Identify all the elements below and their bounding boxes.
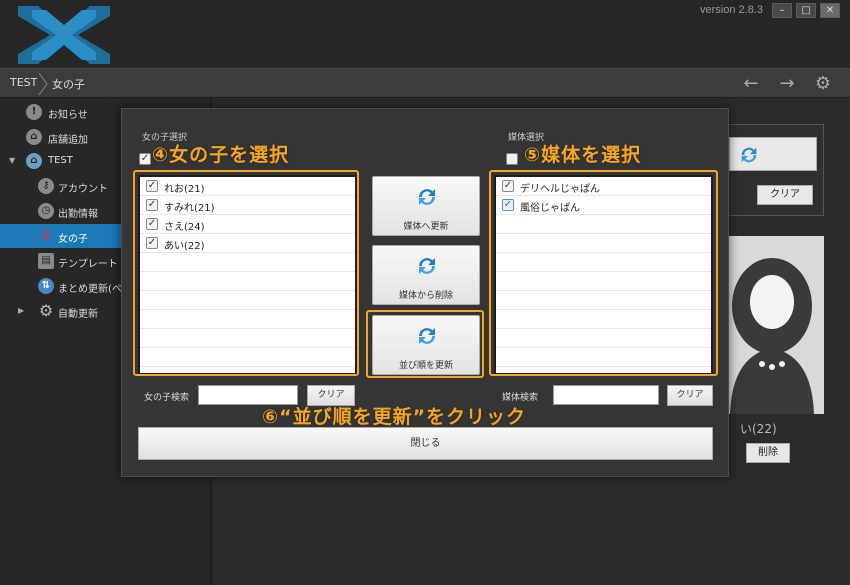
sidebar-item-label: 出勤情報	[58, 209, 98, 220]
delete-from-media-button[interactable]: 媒体から削除	[372, 245, 480, 305]
gear-icon: ⚙	[38, 301, 54, 320]
girl-avatar-card	[720, 236, 824, 414]
background-delete-button[interactable]: 削除	[746, 443, 790, 463]
media-list-highlight	[489, 170, 718, 376]
select-all-media-checkbox[interactable]	[506, 153, 518, 165]
background-clear-button[interactable]: クリア	[757, 185, 813, 205]
background-girl-name: い(22)	[740, 422, 777, 436]
button-label: 媒体から削除	[398, 291, 453, 301]
update-order-highlight	[366, 310, 484, 378]
version-label: version 2.8.3	[700, 4, 763, 16]
title-bar: version 2.8.3 – □ ✕	[0, 0, 850, 68]
exclamation-icon: !	[26, 104, 42, 120]
close-dialog-button[interactable]: 閉じる	[138, 427, 713, 460]
female-icon: ♀	[40, 228, 52, 244]
expand-triangle-icon[interactable]: ▼	[9, 156, 15, 165]
sidebar-item-label: アカウント	[58, 184, 108, 195]
sidebar-item-label: テンプレート	[58, 259, 118, 270]
key-icon: ⚷	[38, 178, 54, 194]
minimize-button[interactable]: –	[772, 3, 792, 18]
step4-annotation: ④女の子を選択	[152, 144, 290, 166]
back-arrow-icon[interactable]: ←	[740, 73, 762, 95]
girl-search-label: 女の子検索	[144, 393, 190, 403]
collapsed-triangle-icon[interactable]: ▶	[18, 306, 24, 315]
update-to-media-button[interactable]: 媒体へ更新	[372, 176, 480, 236]
breadcrumb-current[interactable]: 女の子	[52, 76, 85, 92]
app-logo	[18, 6, 110, 64]
background-media-panel: クリア	[720, 124, 824, 216]
clock-icon: ◷	[38, 203, 54, 219]
girls-list-highlight	[133, 170, 359, 376]
breadcrumb: TEST 女の子 ← → ⚙	[0, 68, 850, 98]
sidebar-item-label: 女の子	[58, 234, 88, 245]
sidebar-item-label: お知らせ	[48, 110, 88, 121]
female-silhouette-icon	[720, 236, 824, 414]
sidebar-item-label: 店舗追加	[48, 135, 88, 146]
refresh-icon	[419, 189, 435, 205]
home-icon: ⌂	[26, 153, 42, 169]
media-search-input[interactable]	[553, 385, 659, 405]
step5-annotation: ⑤媒体を選択	[524, 144, 642, 166]
sidebar-item-label: 自動更新	[58, 309, 98, 320]
step6-annotation: ⑥“並び順を更新”をクリック	[262, 406, 527, 428]
sidebar-item-label: TEST	[48, 155, 73, 166]
home-icon: ⌂	[26, 129, 42, 145]
refresh-icon	[419, 258, 435, 274]
chevron-right-icon	[38, 72, 48, 96]
close-window-button[interactable]: ✕	[820, 3, 840, 18]
up-down-arrows-icon: ⇅	[38, 278, 54, 294]
settings-gear-icon[interactable]: ⚙	[812, 73, 834, 95]
button-label: 媒体へ更新	[403, 222, 449, 232]
breadcrumb-root[interactable]: TEST	[10, 76, 37, 89]
refresh-icon	[741, 147, 757, 163]
maximize-button[interactable]: □	[796, 3, 816, 18]
select-all-girls-checkbox[interactable]: ✓	[139, 153, 151, 165]
media-search-clear-button[interactable]: クリア	[667, 385, 713, 406]
background-refresh-button[interactable]	[729, 137, 817, 171]
document-icon: ▤	[38, 253, 54, 269]
forward-arrow-icon[interactable]: →	[776, 73, 798, 95]
